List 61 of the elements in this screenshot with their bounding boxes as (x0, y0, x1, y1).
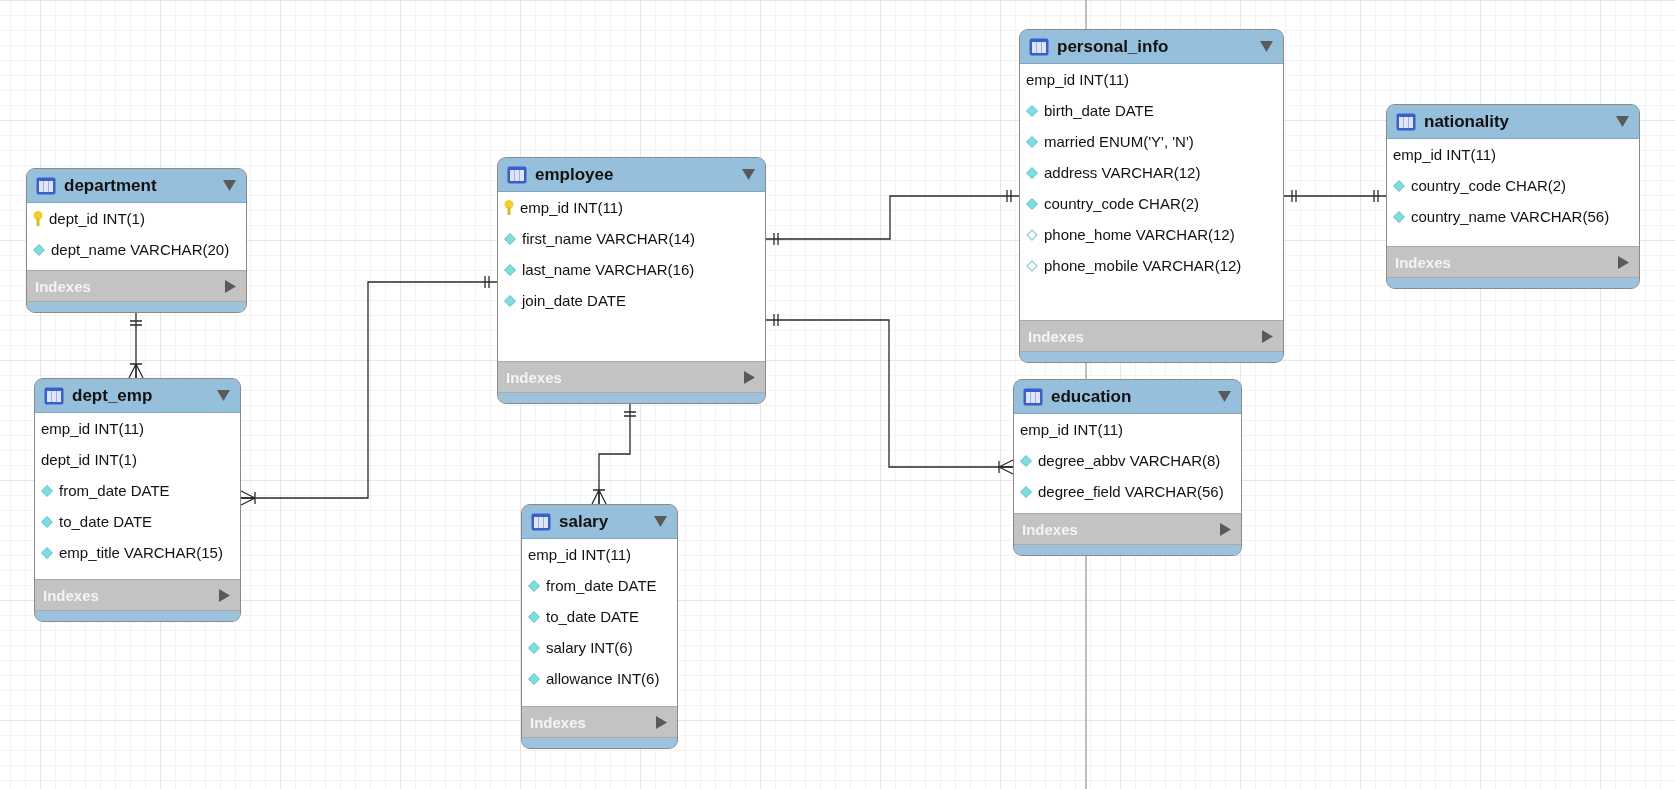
column-text: first_name VARCHAR(14) (522, 230, 696, 247)
dropdown-icon[interactable] (1218, 391, 1231, 402)
table-name: salary (559, 511, 610, 532)
column-text: to_date DATE (59, 513, 153, 530)
column-text: emp_id INT(11) (520, 199, 624, 216)
dropdown-icon[interactable] (217, 390, 230, 401)
column-text: country_name VARCHAR(56) (1411, 208, 1610, 225)
column-text: from_date DATE (546, 577, 657, 594)
dropdown-icon[interactable] (742, 169, 755, 180)
table-icon (1023, 387, 1043, 406)
column-text: from_date DATE (59, 482, 170, 499)
dropdown-icon[interactable] (1260, 41, 1273, 52)
column-text: birth_date DATE (1044, 102, 1154, 119)
column-text: degree_abbv VARCHAR(8) (1038, 452, 1221, 469)
column-text: married ENUM('Y', 'N') (1044, 133, 1194, 150)
relationship-line[interactable] (1283, 189, 1387, 203)
column-text: phone_home VARCHAR(12) (1044, 226, 1235, 243)
column-text: emp_title VARCHAR(15) (59, 544, 223, 561)
table-name: nationality (1424, 111, 1510, 132)
table-name: dept_emp (72, 385, 154, 406)
column-text: address VARCHAR(12) (1044, 164, 1201, 181)
column-text: join_date DATE (522, 292, 626, 309)
column-text: emp_id INT(11) (1026, 71, 1130, 88)
column-text: emp_id INT(11) (1020, 421, 1124, 438)
column-text: dept_id INT(1) (41, 451, 137, 468)
table-icon (1029, 37, 1049, 56)
column-text: emp_id INT(11) (528, 546, 632, 563)
column-text: dept_name VARCHAR(20) (51, 241, 230, 258)
column-text: emp_id INT(11) (1393, 146, 1497, 163)
table-name: department (64, 175, 158, 196)
relationship-line[interactable] (765, 189, 1020, 246)
relationship-line[interactable] (591, 403, 637, 505)
column-text: phone_mobile VARCHAR(12) (1044, 257, 1242, 274)
table-name: personal_info (1057, 36, 1170, 57)
dropdown-icon[interactable] (654, 516, 667, 527)
expand-icon[interactable] (1220, 522, 1231, 536)
table-icon (36, 176, 56, 195)
expand-icon[interactable] (1618, 255, 1629, 269)
column-text: last_name VARCHAR(16) (522, 261, 695, 278)
expand-icon[interactable] (656, 715, 667, 729)
expand-icon[interactable] (744, 370, 755, 384)
relationship-line[interactable] (128, 312, 144, 379)
dropdown-icon[interactable] (1616, 116, 1629, 127)
column-text: to_date DATE (546, 608, 640, 625)
table-icon (531, 512, 551, 531)
expand-icon[interactable] (219, 588, 230, 602)
column-text: allowance INT(6) (546, 670, 660, 687)
table-icon (507, 165, 527, 184)
column-text: dept_id INT(1) (49, 210, 145, 227)
table-name: employee (535, 164, 615, 185)
column-text: emp_id INT(11) (41, 420, 145, 437)
table-icon (1396, 112, 1416, 131)
expand-icon[interactable] (225, 279, 236, 293)
column-text: country_code CHAR(2) (1411, 177, 1567, 194)
column-text: country_code CHAR(2) (1044, 195, 1200, 212)
table-icon (44, 386, 64, 405)
dropdown-icon[interactable] (223, 180, 236, 191)
column-text: degree_field VARCHAR(56) (1038, 483, 1224, 500)
column-text: salary INT(6) (546, 639, 633, 656)
expand-icon[interactable] (1262, 329, 1273, 343)
table-name: education (1051, 386, 1133, 407)
